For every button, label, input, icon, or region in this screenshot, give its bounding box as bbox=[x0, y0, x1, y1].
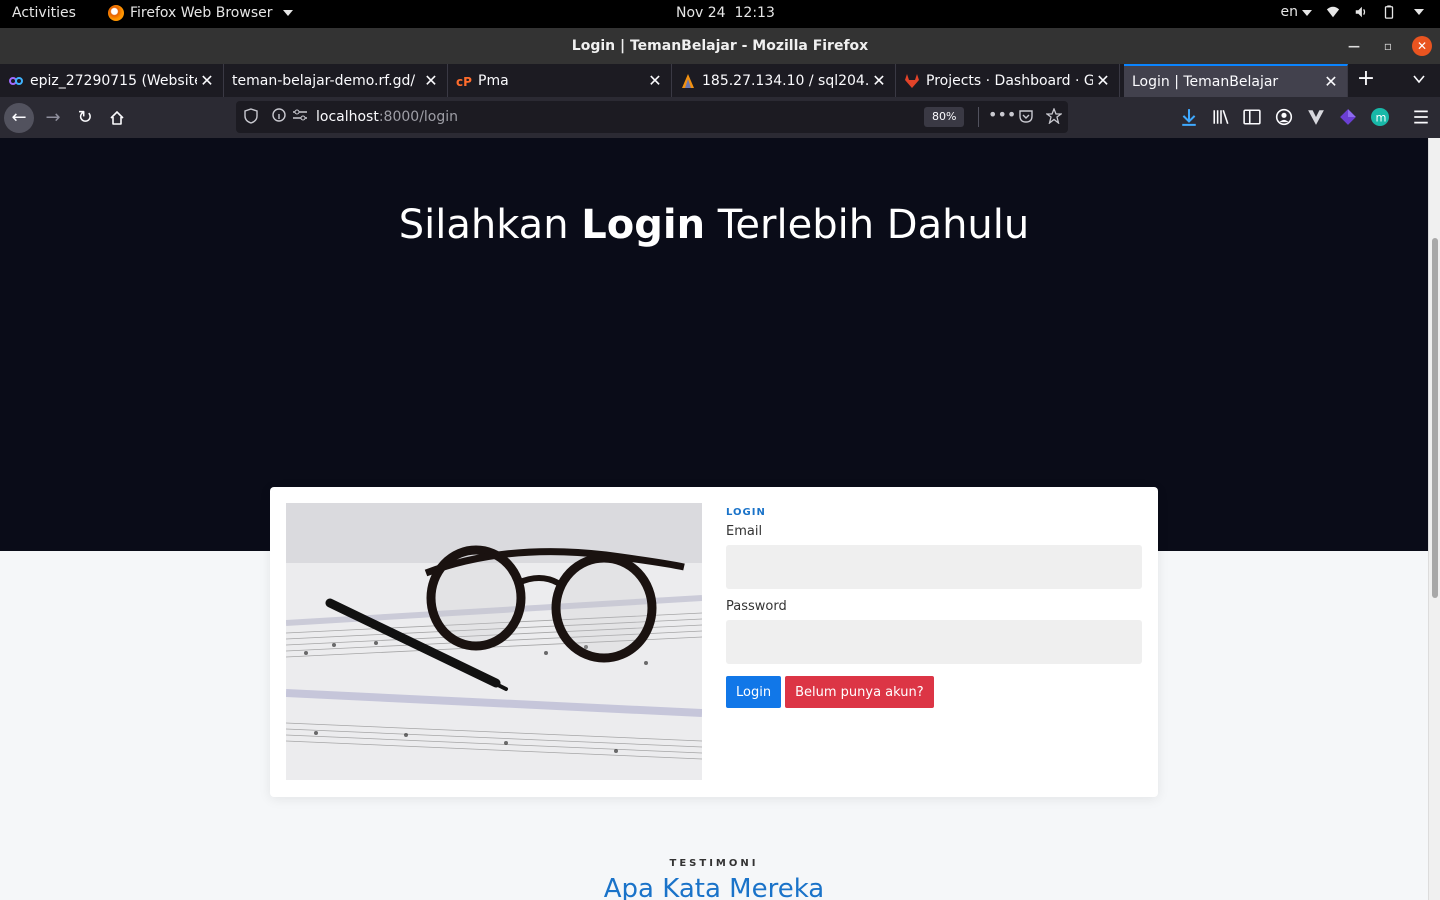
tab-login-temanbelajar[interactable]: Login | TemanBelajar ✕ bbox=[1124, 64, 1348, 97]
bookmark-star-icon[interactable] bbox=[1046, 108, 1062, 124]
battery-icon bbox=[1384, 5, 1394, 19]
login-button[interactable]: Login bbox=[726, 676, 782, 708]
shield-icon[interactable] bbox=[244, 108, 258, 124]
url-host: localhost bbox=[316, 109, 379, 125]
email-label: Email bbox=[726, 524, 763, 539]
tab-strip: epiz_27290715 (Website ✕ teman-belajar-d… bbox=[0, 64, 1440, 97]
hero-title-prefix: Silahkan bbox=[398, 202, 582, 248]
clock-time: 12:13 bbox=[734, 5, 775, 21]
svg-text:m: m bbox=[1376, 112, 1387, 125]
clock[interactable]: Nov 24 12:13 bbox=[676, 5, 775, 21]
window-title: Login | TemanBelajar - Mozilla Firefox bbox=[571, 38, 869, 54]
system-tray[interactable]: en bbox=[1280, 4, 1424, 20]
home-button[interactable] bbox=[102, 103, 132, 133]
url-path: :8000/login bbox=[378, 109, 459, 125]
hamburger-menu-icon[interactable] bbox=[1412, 108, 1430, 126]
close-tab-icon[interactable]: ✕ bbox=[645, 71, 665, 90]
tab-pma[interactable]: cP Pma ✕ bbox=[448, 64, 672, 97]
gitlab-icon bbox=[905, 73, 919, 88]
forward-button[interactable]: → bbox=[38, 103, 68, 133]
firefox-icon bbox=[108, 5, 124, 21]
window-title-bar: Login | TemanBelajar - Mozilla Firefox —… bbox=[0, 28, 1440, 64]
new-tab-button[interactable]: + bbox=[1354, 68, 1378, 92]
clock-date: Nov 24 bbox=[676, 5, 726, 21]
download-icon[interactable] bbox=[1180, 108, 1198, 126]
wifi-icon bbox=[1326, 6, 1340, 18]
back-button[interactable]: ← bbox=[4, 103, 34, 133]
form-eyebrow: LOGIN bbox=[726, 507, 766, 518]
app-menu[interactable]: Firefox Web Browser bbox=[108, 5, 293, 21]
tab-gitlab[interactable]: Projects · Dashboard · Gi ✕ bbox=[896, 64, 1120, 97]
reload-button[interactable]: ↻ bbox=[70, 103, 100, 133]
minimize-button[interactable]: — bbox=[1344, 36, 1364, 56]
url-bar[interactable]: localhost:8000/login 80% ••• bbox=[236, 101, 1068, 133]
url-text[interactable]: localhost:8000/login bbox=[316, 109, 458, 125]
password-field[interactable] bbox=[726, 620, 1142, 664]
hero-title-bold: Login bbox=[581, 202, 706, 248]
system-menu-chevron-icon bbox=[1414, 9, 1424, 15]
metamask-extension-icon[interactable]: m bbox=[1371, 108, 1389, 126]
glasses-photo bbox=[286, 503, 702, 780]
testimoni-title: Apa Kata Mereka bbox=[603, 874, 825, 900]
pocket-icon[interactable] bbox=[1018, 108, 1034, 124]
cpanel-icon: cP bbox=[456, 75, 472, 89]
chevron-down-icon bbox=[1302, 10, 1312, 16]
form-actions: Login Belum punya akun? bbox=[726, 676, 1142, 708]
close-window-button[interactable]: ✕ bbox=[1412, 36, 1432, 56]
close-tab-icon[interactable]: ✕ bbox=[421, 71, 441, 90]
language-indicator[interactable]: en bbox=[1280, 4, 1312, 20]
info-icon[interactable] bbox=[272, 108, 286, 122]
hero-title-suffix: Terlebih Dahulu bbox=[705, 202, 1030, 248]
register-button[interactable]: Belum punya akun? bbox=[785, 676, 934, 708]
extension-icon[interactable] bbox=[1339, 108, 1357, 126]
close-tab-icon[interactable]: ✕ bbox=[1321, 72, 1341, 91]
svg-text:cP: cP bbox=[456, 75, 472, 89]
chevron-down-icon bbox=[282, 10, 293, 16]
maximize-button[interactable]: ▫ bbox=[1378, 36, 1398, 56]
password-label: Password bbox=[726, 599, 787, 614]
infinity-icon bbox=[9, 76, 23, 85]
testimoni-eyebrow: TESTIMONI bbox=[669, 858, 759, 869]
vue-devtools-icon[interactable] bbox=[1307, 108, 1325, 126]
tab-label: teman-belajar-demo.rf.gd/ bbox=[232, 72, 416, 89]
list-all-tabs-icon[interactable] bbox=[1412, 72, 1426, 86]
page-viewport: Silahkan Login Terlebih Dahulu LOGIN Ema… bbox=[0, 138, 1428, 900]
url-separator bbox=[978, 107, 979, 127]
tab-label: Pma bbox=[478, 72, 509, 89]
login-form: LOGIN Email Password Login Belum punya a… bbox=[726, 507, 1142, 708]
navigation-toolbar: ← → ↻ localhost:8000/login 80% ••• m bbox=[0, 97, 1440, 138]
sidebar-icon[interactable] bbox=[1243, 108, 1261, 126]
app-menu-label: Firefox Web Browser bbox=[130, 5, 273, 21]
volume-icon bbox=[1355, 6, 1366, 18]
scrollbar-thumb[interactable] bbox=[1432, 238, 1438, 598]
tab-label: 185.27.134.10 / sql204.e bbox=[702, 72, 869, 89]
close-tab-icon[interactable]: ✕ bbox=[869, 71, 889, 90]
tab-label: Projects · Dashboard · Gi bbox=[926, 72, 1093, 89]
page-title: Silahkan Login Terlebih Dahulu bbox=[0, 202, 1428, 248]
account-icon[interactable] bbox=[1275, 108, 1293, 126]
phpmyadmin-icon bbox=[682, 73, 694, 88]
tab-label: Login | TemanBelajar bbox=[1132, 73, 1279, 90]
zoom-level-badge[interactable]: 80% bbox=[924, 107, 965, 127]
login-card: LOGIN Email Password Login Belum punya a… bbox=[270, 487, 1158, 797]
activities-button[interactable]: Activities bbox=[12, 5, 76, 21]
tab-phpmyadmin[interactable]: 185.27.134.10 / sql204.e ✕ bbox=[672, 64, 896, 97]
tab-label: epiz_27290715 (Website bbox=[30, 72, 197, 89]
tab-teman-belajar-demo[interactable]: teman-belajar-demo.rf.gd/ ✕ bbox=[224, 64, 448, 97]
close-tab-icon[interactable]: ✕ bbox=[197, 71, 217, 90]
page-scrollbar[interactable] bbox=[1428, 138, 1440, 900]
system-top-bar: Activities Firefox Web Browser Nov 24 12… bbox=[0, 0, 1440, 28]
permissions-icon[interactable] bbox=[292, 108, 308, 122]
tab-epiz[interactable]: epiz_27290715 (Website ✕ bbox=[0, 64, 224, 97]
email-field[interactable] bbox=[726, 545, 1142, 589]
glasses-photo-illustration bbox=[286, 503, 702, 780]
language-label: en bbox=[1280, 4, 1299, 20]
library-icon[interactable] bbox=[1212, 108, 1230, 126]
page-actions-icon[interactable]: ••• bbox=[988, 105, 1016, 124]
close-tab-icon[interactable]: ✕ bbox=[1093, 71, 1113, 90]
